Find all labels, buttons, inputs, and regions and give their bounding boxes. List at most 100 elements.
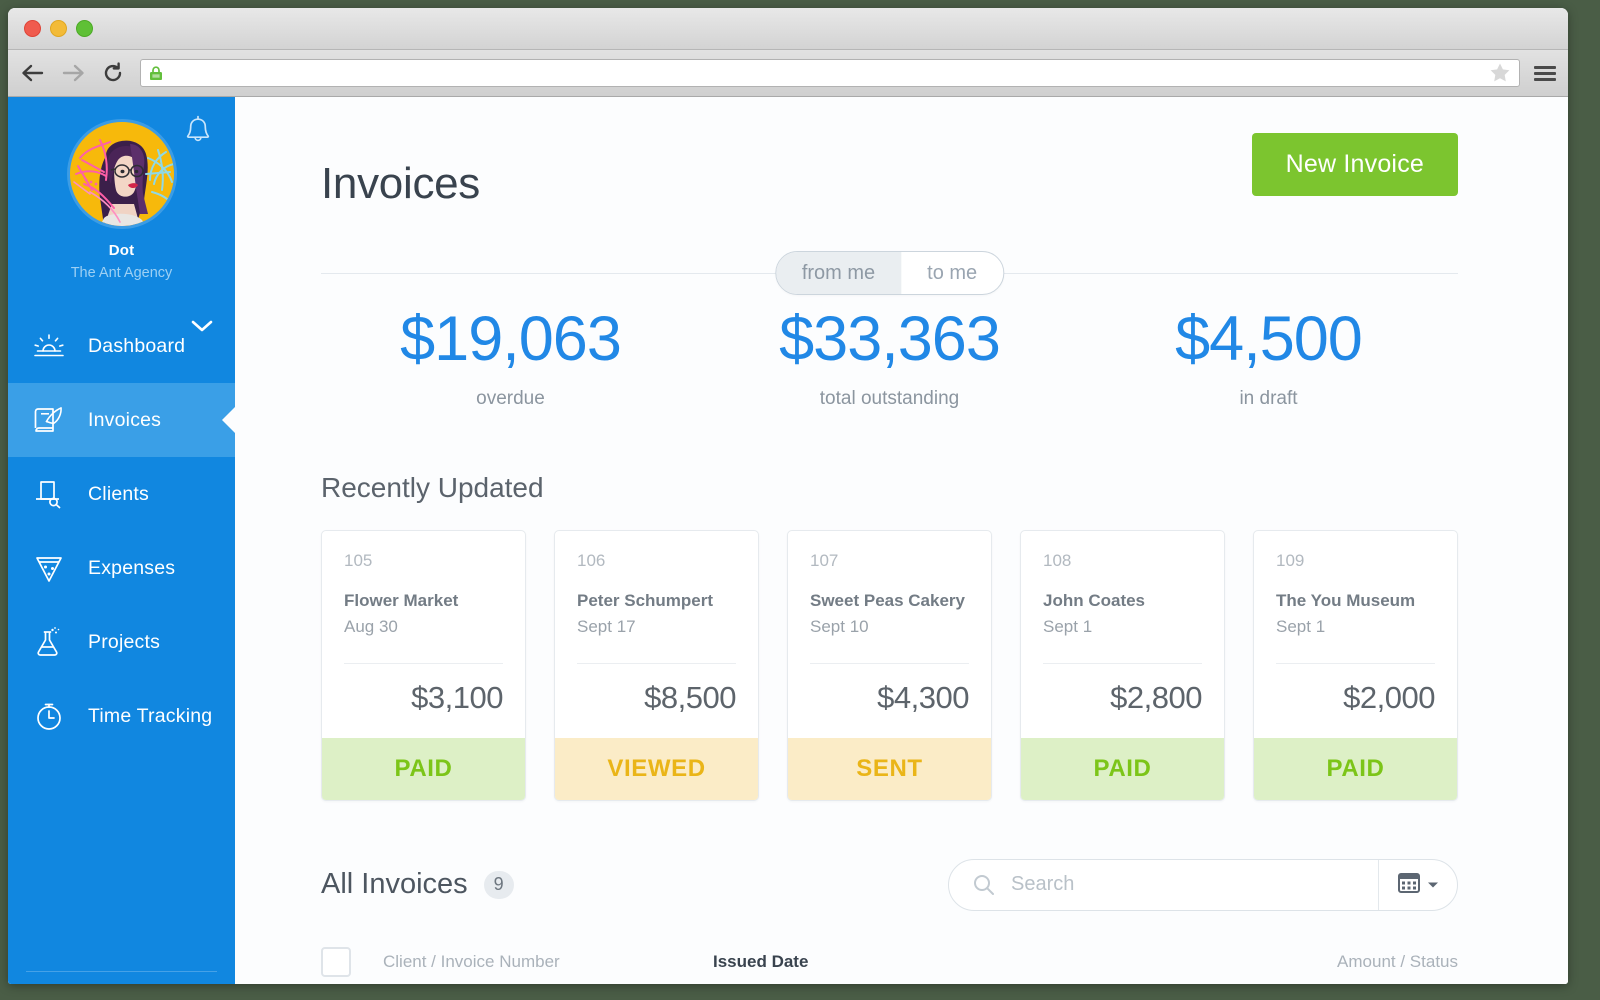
column-header-issued-date[interactable]: Issued Date [713,952,1337,972]
sidebar-item-label: Projects [88,630,161,653]
invoice-number: 108 [1043,550,1072,570]
recently-updated-title: Recently Updated [321,471,544,503]
column-header-client[interactable]: Client / Invoice Number [383,952,713,972]
caret-down-icon [1427,876,1439,894]
browser-toolbar [8,50,1568,97]
minimize-window-button[interactable] [50,20,67,37]
invoice-number: 106 [577,550,606,570]
top-hat-icon [30,478,68,510]
invoice-card[interactable]: 106 Peter Schumpert Sept 17 $8,500 VIEWE… [554,529,759,801]
recently-updated-cards: 105 Flower Market Aug 30 $3,100 PAID 106… [321,529,1458,801]
forward-arrow-icon[interactable] [60,60,86,86]
toggle-option-to-me[interactable]: to me [901,252,1003,294]
invoice-date: Sept 1 [1043,616,1093,636]
status-badge: PAID [1254,737,1457,800]
status-badge: VIEWED [555,737,758,800]
invoice-client: John Coates [1043,590,1146,610]
status-badge: PAID [322,737,525,800]
invoice-direction-toggle: from me to me [774,251,1005,296]
star-icon[interactable] [1489,62,1511,84]
lock-icon [149,65,163,81]
invoice-amount: $4,300 [877,679,969,715]
search-icon [973,874,995,896]
main-content: Invoices New Invoice from me to me $19,0… [235,97,1568,984]
invoice-number: 107 [810,550,839,570]
sidebar-item-label: Time Tracking [88,704,213,727]
sidebar-item-invoices[interactable]: Invoices [8,383,235,457]
date-filter-button[interactable] [1379,870,1457,899]
sidebar-nav: Dashboard Invoices Clients Expenses Proj… [8,309,235,753]
sidebar-company-name: The Ant Agency [70,265,173,281]
invoice-client: Flower Market [344,590,459,610]
header-divider: from me to me [321,251,1458,296]
invoice-card[interactable]: 105 Flower Market Aug 30 $3,100 PAID [321,529,526,801]
column-header-amount-status[interactable]: Amount / Status [1337,952,1458,972]
invoice-date: Sept 17 [577,616,636,636]
invoice-count-badge: 9 [483,870,514,899]
status-badge: PAID [1021,737,1224,800]
invoice-client: Peter Schumpert [577,590,714,610]
browser-window: Dot The Ant Agency Dashboard Invoices Cl… [8,8,1568,984]
all-invoices-title-group: All Invoices 9 [321,868,514,901]
invoice-client: The You Museum [1276,590,1416,610]
page-title: Invoices [321,159,481,209]
back-arrow-icon[interactable] [20,60,46,86]
maximize-window-button[interactable] [76,20,93,37]
invoice-card[interactable]: 107 Sweet Peas Cakery Sept 10 $4,300 SEN… [787,529,992,801]
window-controls [24,20,93,37]
stat-caption: overdue [476,387,545,409]
invoice-date: Sept 10 [810,616,869,636]
stat-value: $19,063 [400,303,622,374]
stat-total-outstanding: $33,363 total outstanding [700,303,1079,410]
close-window-button[interactable] [24,20,41,37]
stat-value: $4,500 [1175,303,1363,374]
sidebar-profile: Dot The Ant Agency [8,97,235,332]
sidebar-item-expenses[interactable]: Expenses [8,531,235,605]
select-all-checkbox[interactable] [321,946,351,977]
invoice-amount: $2,800 [1110,679,1202,715]
sidebar-item-label: Expenses [88,556,176,579]
reload-icon[interactable] [100,60,126,86]
pizza-slice-icon [30,552,68,584]
sidebar-user-name: Dot [108,242,135,259]
invoice-date: Aug 30 [344,616,398,636]
invoice-table-header: Client / Invoice Number Issued Date Amou… [321,946,1458,981]
stat-value: $33,363 [779,303,1001,374]
invoice-client: Sweet Peas Cakery [810,590,965,610]
app-page: Dot The Ant Agency Dashboard Invoices Cl… [8,97,1568,984]
invoice-card[interactable]: 109 The You Museum Sept 1 $2,000 PAID [1253,529,1458,801]
invoice-number: 109 [1276,550,1305,570]
stat-in-draft: $4,500 in draft [1079,303,1458,410]
invoice-date: Sept 1 [1276,616,1326,636]
sidebar-item-dashboard[interactable]: Dashboard [8,309,235,383]
invoice-card[interactable]: 108 John Coates Sept 1 $2,800 PAID [1020,529,1225,801]
sidebar: Dot The Ant Agency Dashboard Invoices Cl… [8,97,235,984]
sidebar-divider [26,971,217,972]
hamburger-menu-icon[interactable] [1534,62,1556,84]
invoice-amount: $3,100 [411,679,503,715]
search-input[interactable] [1009,872,1378,898]
new-invoice-button[interactable]: New Invoice [1251,133,1458,196]
sunrise-icon [30,331,68,361]
browser-titlebar [8,8,1568,50]
invoice-amount: $2,000 [1343,679,1435,715]
sidebar-item-clients[interactable]: Clients [8,457,235,531]
stat-overdue: $19,063 overdue [321,303,700,410]
address-bar[interactable] [140,59,1520,87]
avatar[interactable] [69,122,174,226]
sidebar-item-projects[interactable]: Projects [8,605,235,679]
bell-icon[interactable] [183,115,213,147]
stats-row: $19,063 overdue $33,363 total outstandin… [321,303,1458,410]
invoice-amount: $8,500 [644,679,736,715]
sidebar-item-label: Dashboard [88,334,186,357]
sidebar-item-time-tracking[interactable]: Time Tracking [8,679,235,753]
all-invoices-title: All Invoices [321,868,468,901]
sidebar-item-label: Invoices [88,408,162,431]
stopwatch-icon [30,700,68,732]
invoice-quill-icon [30,404,68,436]
calendar-icon [1397,870,1421,899]
search-bar [948,858,1458,911]
toggle-option-from-me[interactable]: from me [775,252,902,295]
stat-caption: total outstanding [819,387,960,409]
sidebar-item-label: Clients [88,482,150,505]
